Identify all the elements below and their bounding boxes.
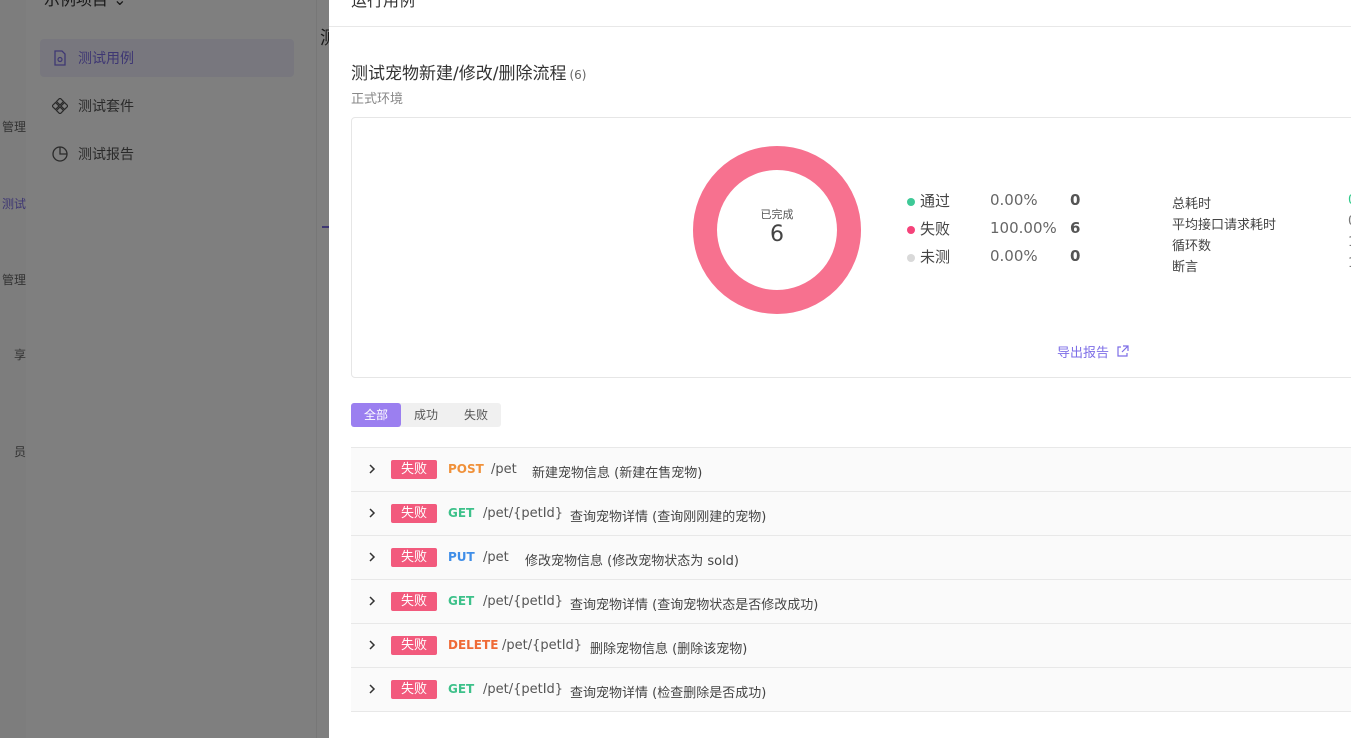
suite-count: (6) <box>569 68 587 82</box>
donut-total: 6 <box>770 221 784 247</box>
legend-pass: 通过 0.00% 0 <box>907 189 1080 211</box>
stat-avg-request-time: 平均接口请求耗时 <box>1172 218 1277 233</box>
status-badge: 失败 <box>391 592 438 611</box>
legend-fail: 失败 100.00% 6 <box>907 217 1080 239</box>
suite-title: 测试宠物新建/修改/删除流程 (6) <box>351 59 586 84</box>
legend-name: 失败 <box>920 219 951 238</box>
chevron-right-icon[interactable] <box>367 464 377 474</box>
http-method: GET <box>448 682 475 696</box>
untested-dot-icon <box>907 253 915 262</box>
case-description: 删除宠物信息 (删除该宠物) <box>590 642 748 657</box>
result-filter: 全部 成功 失败 <box>351 403 502 427</box>
donut-label: 已完成 <box>760 207 794 221</box>
environment-label: 正式环境 <box>351 92 404 107</box>
result-row[interactable]: 失败 GET /pet/{petId} 查询宠物详情 (检查删除是否成功) <box>351 668 1351 712</box>
legend-pct: 100.00% <box>990 219 1057 237</box>
filter-failed[interactable]: 失败 <box>451 403 501 427</box>
chevron-right-icon[interactable] <box>367 552 377 562</box>
case-description: 修改宠物信息 (修改宠物状态为 sold) <box>525 554 739 569</box>
case-description: 查询宠物详情 (查询宠物状态是否修改成功) <box>570 598 819 613</box>
chevron-right-icon[interactable] <box>367 684 377 694</box>
legend-name: 通过 <box>920 191 951 210</box>
run-result-drawer: 运行用例 测试宠物新建/修改/删除流程 (6) 正式环境 已完成 6 通过 0.0… <box>329 0 1351 738</box>
api-path: /pet/{petId} <box>483 506 564 521</box>
http-method: GET <box>448 594 475 608</box>
result-row[interactable]: 失败 DELETE /pet/{petId} 删除宠物信息 (删除该宠物) <box>351 624 1351 668</box>
legend-untested: 未测 0.00% 0 <box>907 245 1080 267</box>
drawer-title: 运行用例 <box>351 0 416 10</box>
case-description: 查询宠物详情 (查询刚刚建的宠物) <box>570 510 767 525</box>
stat-loop-count: 循环数 <box>1172 239 1212 254</box>
export-report-button[interactable]: 导出报告 <box>1057 342 1129 361</box>
fail-dot-icon <box>907 225 915 234</box>
http-method: POST <box>448 462 484 476</box>
legend-count: 0 <box>1070 247 1081 265</box>
pass-dot-icon <box>907 197 915 206</box>
api-path: /pet/{petId} <box>483 682 564 697</box>
http-method: PUT <box>448 550 475 564</box>
legend-count: 6 <box>1070 219 1081 237</box>
api-path: /pet/{petId} <box>502 638 583 653</box>
status-badge: 失败 <box>391 504 438 523</box>
legend-pct: 0.00% <box>990 247 1038 265</box>
legend-count: 0 <box>1070 191 1081 209</box>
stat-assertions: 断言 <box>1172 260 1199 275</box>
api-path: /pet/{petId} <box>483 594 564 609</box>
external-link-icon <box>1117 345 1129 357</box>
chevron-right-icon[interactable] <box>367 640 377 650</box>
legend-pct: 0.00% <box>990 191 1038 209</box>
summary-card: 已完成 6 通过 0.00% 0 失败 100.00% 6 未测 0.00% 0… <box>351 117 1351 378</box>
chevron-right-icon[interactable] <box>367 508 377 518</box>
legend-name: 未测 <box>920 247 951 266</box>
result-row[interactable]: 失败 PUT /pet 修改宠物信息 (修改宠物状态为 sold) <box>351 536 1351 580</box>
case-description: 新建宠物信息 (新建在售宠物) <box>532 466 703 481</box>
status-badge: 失败 <box>391 548 438 567</box>
filter-all[interactable]: 全部 <box>351 403 402 427</box>
http-method: GET <box>448 506 475 520</box>
result-row[interactable]: 失败 GET /pet/{petId} 查询宠物详情 (查询刚刚建的宠物) <box>351 492 1351 536</box>
chevron-right-icon[interactable] <box>367 596 377 606</box>
result-list: 失败 POST /pet 新建宠物信息 (新建在售宠物) 失败 GET /pet… <box>351 447 1351 712</box>
api-path: /pet <box>483 550 509 565</box>
drawer-header: 运行用例 <box>329 0 1351 27</box>
result-row[interactable]: 失败 GET /pet/{petId} 查询宠物详情 (查询宠物状态是否修改成功… <box>351 580 1351 624</box>
status-badge: 失败 <box>391 460 438 479</box>
filter-success[interactable]: 成功 <box>401 403 451 427</box>
stat-total-time: 总耗时 <box>1172 197 1212 212</box>
case-description: 查询宠物详情 (检查删除是否成功) <box>570 686 767 701</box>
status-badge: 失败 <box>391 636 438 655</box>
export-label: 导出报告 <box>1057 346 1110 361</box>
suite-name: 测试宠物新建/修改/删除流程 <box>351 64 567 84</box>
status-badge: 失败 <box>391 680 438 699</box>
http-method: DELETE <box>448 638 499 652</box>
donut-center: 已完成 6 <box>693 146 861 314</box>
result-row[interactable]: 失败 POST /pet 新建宠物信息 (新建在售宠物) <box>351 448 1351 492</box>
api-path: /pet <box>491 462 517 477</box>
